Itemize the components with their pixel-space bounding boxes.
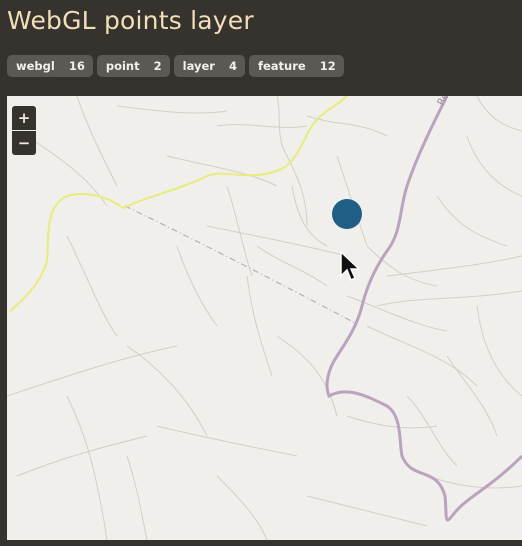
- tag-webgl[interactable]: webgl 16: [7, 55, 93, 77]
- tag-feature[interactable]: feature 12: [248, 55, 344, 77]
- tag-label: webgl: [16, 59, 55, 73]
- page-title: WebGL points layer: [7, 6, 254, 35]
- tag-count: 4: [228, 59, 237, 73]
- tag-count: 2: [153, 59, 162, 73]
- zoom-control: + −: [12, 106, 36, 155]
- map-point[interactable]: [332, 199, 362, 229]
- map-basemap: Re: [7, 96, 522, 540]
- tag-point[interactable]: point 2: [96, 55, 170, 77]
- mouse-cursor-icon: [340, 250, 361, 282]
- tag-label: feature: [257, 59, 306, 73]
- tag-count: 16: [68, 59, 85, 73]
- tag-count: 12: [319, 59, 336, 73]
- zoom-in-button[interactable]: +: [12, 106, 36, 130]
- zoom-out-button[interactable]: −: [12, 131, 36, 155]
- map-viewport[interactable]: Re + −: [7, 96, 522, 540]
- tag-label: layer: [182, 59, 215, 73]
- tag-label: point: [105, 59, 140, 73]
- tag-list: webgl 16 point 2 layer 4 feature 12: [7, 55, 344, 77]
- tag-layer[interactable]: layer 4: [173, 55, 245, 77]
